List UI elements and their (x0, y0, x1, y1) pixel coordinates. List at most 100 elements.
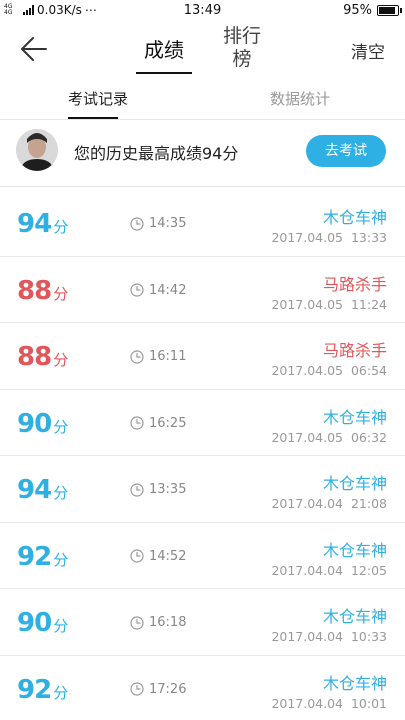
record-score: 88 分 (17, 342, 68, 372)
status-right: 95% (343, 3, 402, 18)
tab-ranking-label: 排行榜 (222, 25, 261, 70)
record-row[interactable]: 92 分 14:52 木仓车神 2017.04.04 12:05 (0, 523, 405, 589)
take-exam-button[interactable]: 去考试 (306, 135, 386, 167)
record-date: 2017.04.04 (271, 496, 344, 511)
record-date: 2017.04.05 (271, 296, 344, 312)
record-duration: 16:11 (130, 349, 186, 364)
record-row[interactable]: 94 分 13:35 木仓车神 2017.04.04 21:08 (0, 456, 405, 523)
record-duration-text: 13:35 (149, 482, 187, 497)
clock-icon (130, 216, 144, 231)
battery-icon (377, 5, 402, 16)
tab-exam-records[interactable]: 考试记录 (68, 88, 128, 109)
record-score-value: 92 (17, 674, 52, 705)
record-time: 21:08 (350, 496, 387, 511)
record-duration-text: 16:11 (149, 349, 187, 364)
record-row[interactable]: 90 分 16:18 木仓车神 2017.04.04 10:33 (0, 589, 405, 656)
record-score-unit: 分 (53, 617, 69, 635)
record-row[interactable]: 88 分 16:11 马路杀手 2017.04.05 06:54 (0, 323, 405, 390)
records-list: 94 分 14:35 木仓车神 2017.04.05 13:33 88 分 14:42 马路杀手… (0, 190, 405, 720)
record-user: 木仓车神 (322, 540, 387, 560)
record-duration: 17:26 (130, 682, 186, 697)
record-timestamp: 2017.04.05 06:32 (271, 430, 387, 445)
record-date: 2017.04.05 (271, 363, 344, 378)
record-date: 2017.04.04 (271, 562, 344, 578)
clock-icon (130, 416, 144, 430)
record-row[interactable]: 90 分 16:25 木仓车神 2017.04.05 06:32 (0, 390, 405, 456)
record-time: 10:01 (350, 695, 387, 711)
record-date: 2017.04.04 (271, 629, 344, 644)
record-date: 2017.04.04 (271, 695, 344, 711)
record-score-value: 92 (17, 541, 52, 572)
record-time: 10:33 (350, 629, 387, 644)
sub-tab-indicator (68, 117, 118, 119)
record-user: 马路杀手 (322, 274, 387, 294)
record-score: 94 分 (17, 209, 68, 239)
record-timestamp: 2017.04.05 13:33 (271, 230, 387, 245)
record-score: 92 分 (17, 675, 68, 705)
record-score-unit: 分 (53, 484, 69, 502)
record-score-value: 90 (17, 408, 52, 439)
tab-data-stats[interactable]: 数据统计 (270, 88, 330, 109)
clock-icon (130, 615, 144, 630)
record-score: 90 分 (17, 409, 68, 439)
best-score-text: 您的历史最高成绩94分 (74, 144, 239, 163)
record-time: 12:05 (350, 562, 387, 578)
nav-bar: 成绩 排行榜 清空 (0, 22, 405, 76)
record-score-unit: 分 (53, 683, 69, 702)
record-date: 2017.04.05 (271, 230, 344, 245)
record-score-unit: 分 (53, 417, 69, 436)
clock-icon (130, 682, 144, 696)
clock-icon (130, 349, 144, 364)
back-arrow-icon (21, 37, 47, 61)
record-score-value: 88 (17, 342, 52, 372)
record-score-unit: 分 (53, 284, 69, 303)
back-button[interactable] (18, 34, 50, 64)
user-photo-icon (16, 129, 58, 171)
record-row[interactable]: 94 分 14:35 木仓车神 2017.04.05 13:33 (0, 190, 405, 257)
record-duration-text: 14:42 (149, 282, 187, 298)
record-user: 木仓车神 (322, 208, 387, 227)
avatar (16, 129, 58, 171)
record-score-unit: 分 (53, 218, 69, 236)
record-timestamp: 2017.04.04 10:01 (271, 696, 387, 711)
record-timestamp: 2017.04.04 12:05 (271, 563, 387, 578)
record-time: 06:32 (350, 429, 387, 445)
record-score: 94 分 (17, 475, 68, 505)
record-user: 木仓车神 (322, 407, 387, 427)
clock-icon (130, 482, 144, 497)
tab-score[interactable]: 成绩 (136, 34, 192, 63)
clock-icon (130, 283, 144, 297)
record-duration-text: 14:52 (149, 548, 187, 564)
record-row[interactable]: 88 分 14:42 马路杀手 2017.04.05 11:24 (0, 257, 405, 323)
tab-score-indicator (136, 72, 192, 74)
record-duration-text: 14:35 (149, 216, 187, 231)
record-timestamp: 2017.04.04 21:08 (271, 496, 387, 511)
record-duration-text: 17:26 (149, 681, 187, 697)
record-score-value: 94 (17, 475, 52, 505)
record-time: 06:54 (350, 363, 387, 378)
record-duration: 14:52 (130, 549, 186, 564)
battery-percent: 95% (343, 3, 372, 18)
best-score-header: 您的历史最高成绩94分 去考试 (0, 121, 405, 187)
clear-button[interactable]: 清空 (351, 38, 385, 63)
record-user: 木仓车神 (322, 607, 387, 626)
record-user: 木仓车神 (322, 673, 387, 693)
record-score: 90 分 (17, 608, 68, 638)
record-score-value: 94 (17, 209, 52, 239)
record-date: 2017.04.05 (271, 429, 344, 445)
tab-ranking[interactable]: 排行榜 (212, 25, 272, 71)
record-row[interactable]: 92 分 17:26 木仓车神 2017.04.04 10:01 (0, 656, 405, 720)
record-score-value: 88 (17, 275, 52, 306)
record-time: 13:33 (350, 230, 387, 245)
clock-icon (130, 549, 144, 563)
record-duration: 14:35 (130, 216, 186, 231)
record-duration: 16:25 (130, 416, 186, 431)
status-bar: 4G 4G 0.03K/s ⋯ 13:49 95% (0, 0, 405, 22)
record-timestamp: 2017.04.05 06:54 (271, 363, 387, 378)
record-score: 88 分 (17, 276, 68, 306)
record-timestamp: 2017.04.04 10:33 (271, 629, 387, 644)
record-duration-text: 16:25 (149, 415, 187, 431)
record-score-value: 90 (17, 608, 52, 638)
sub-tabs: 考试记录 数据统计 (0, 78, 405, 120)
record-duration: 13:35 (130, 482, 186, 497)
